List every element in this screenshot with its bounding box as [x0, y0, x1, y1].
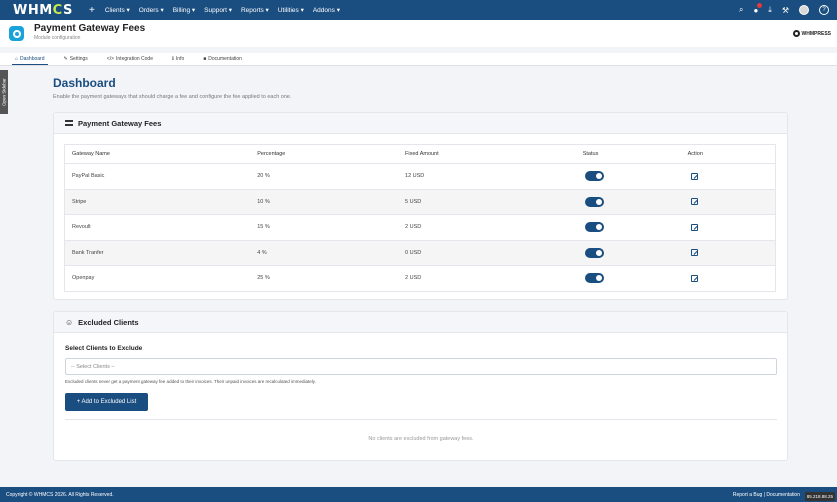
select-clients-label: Select Clients to Exclude: [65, 345, 143, 352]
download-icon[interactable]: ⤓: [768, 5, 772, 15]
menu-reports[interactable]: Reports ▾: [241, 6, 269, 14]
edit-icon[interactable]: [690, 249, 698, 257]
menu-clients[interactable]: Clients ▾: [105, 6, 130, 14]
status-toggle[interactable]: [584, 247, 604, 258]
edit-icon[interactable]: [690, 223, 698, 231]
status-toggle[interactable]: [584, 222, 604, 233]
folder-icon: ■: [203, 56, 207, 62]
module-tabs: ⌂ Dashboard ✎ Settings </> Integration Code…: [0, 53, 837, 66]
column-header: Percentage: [250, 144, 399, 164]
top-navbar: WHMCS + Clients ▾ Orders ▾ Billing ▾ Sup…: [0, 0, 837, 20]
module-header: Payment Gateway Fees Module configuratio…: [0, 20, 837, 47]
open-sidebar-button[interactable]: Open Sidebar: [0, 70, 8, 114]
excluded-clients-card: ☺ Excluded Clients Select Clients to Exc…: [53, 311, 788, 461]
notifications-icon[interactable]: ●: [753, 2, 763, 15]
column-header: Action: [680, 144, 776, 164]
card-title: Payment Gateway Fees: [78, 118, 162, 128]
status-toggle[interactable]: [584, 196, 604, 207]
brand-logo: WHMPRESS: [792, 30, 831, 37]
table-row: PayPal Basic 20 % 12 USD: [64, 163, 776, 190]
gateway-percentage: 15 %: [250, 214, 399, 241]
gateway-name: Bank Tranfer: [64, 240, 251, 266]
tab-dashboard[interactable]: ⌂ Dashboard: [12, 53, 48, 65]
tab-integration-code[interactable]: </> Integration Code: [104, 53, 156, 65]
payment-gateway-fees-card: Payment Gateway Fees Gateway Name Percen…: [53, 112, 788, 300]
gateway-name: Revoult: [64, 214, 251, 241]
gateway-fixed-amount: 5 USD: [398, 189, 576, 215]
empty-state-text: No clients are excluded from gateway fee…: [368, 436, 474, 442]
tab-info[interactable]: ℹ Info: [169, 53, 187, 65]
brand-gear-icon: [792, 30, 800, 37]
card-title: Excluded Clients: [78, 317, 139, 327]
edit-icon[interactable]: [690, 172, 698, 180]
users-icon: ☺: [65, 317, 74, 327]
tab-settings[interactable]: ✎ Settings: [61, 53, 91, 65]
menu-orders[interactable]: Orders ▾: [139, 6, 164, 14]
column-header: Status: [575, 144, 681, 164]
gateway-percentage: 25 %: [250, 265, 399, 292]
exclude-help-text: Excluded clients never get a payment gat…: [65, 379, 316, 384]
footer-links[interactable]: Report a Bug | Documentation: [733, 487, 800, 502]
table-header-row: Gateway Name Percentage Fixed Amount Sta…: [64, 144, 776, 164]
table-row: Revoult 15 % 2 USD: [64, 214, 776, 241]
gateway-fixed-amount: 2 USD: [398, 265, 576, 292]
notification-badge: [757, 2, 763, 8]
menu-support[interactable]: Support ▾: [204, 6, 232, 14]
credit-card-icon: [65, 120, 73, 126]
gateway-name: PayPal Basic: [64, 163, 251, 190]
main-menu: Clients ▾ Orders ▾ Billing ▾ Support ▾ R…: [105, 6, 340, 14]
add-to-excluded-button[interactable]: + Add to Excluded List: [65, 393, 148, 411]
gateway-name: Openpay: [64, 265, 251, 292]
module-subtitle: Module configuration: [34, 35, 81, 41]
column-header: Gateway Name: [64, 144, 251, 164]
wrench-icon[interactable]: ⚒: [782, 6, 789, 15]
ip-address-badge: 85.218.88.25: [804, 492, 835, 501]
search-icon[interactable]: ⌕: [739, 5, 743, 15]
card-header: ☺ Excluded Clients: [54, 312, 787, 333]
tab-documentation[interactable]: ■ Documentation: [200, 53, 245, 65]
column-header: Fixed Amount: [398, 144, 576, 164]
page-intro: Enable the payment gateways that should …: [53, 94, 292, 100]
menu-billing[interactable]: Billing ▾: [173, 6, 195, 14]
copyright-text: Copyright © WHMCS 2026. All Rights Reser…: [6, 491, 114, 498]
wrench-icon: ✎: [63, 56, 68, 62]
edit-icon[interactable]: [690, 198, 698, 206]
gateway-percentage: 20 %: [250, 163, 399, 190]
avatar[interactable]: [799, 5, 809, 15]
gateway-fees-table: Gateway Name Percentage Fixed Amount Sta…: [64, 144, 776, 292]
card-header: Payment Gateway Fees: [54, 113, 787, 134]
add-new-button[interactable]: +: [89, 5, 95, 16]
gateway-fixed-amount: 0 USD: [398, 240, 576, 266]
gateway-fixed-amount: 12 USD: [398, 163, 576, 190]
whmcs-logo[interactable]: WHMCS: [13, 3, 75, 18]
clients-select[interactable]: -- Select Clients --: [65, 358, 777, 375]
status-toggle[interactable]: [584, 171, 604, 182]
nav-icons: ⌕ ● ⤓ ⚒ ?: [739, 0, 829, 20]
info-icon: ℹ: [172, 56, 174, 62]
gateway-percentage: 4 %: [250, 240, 399, 266]
gateway-fixed-amount: 2 USD: [398, 214, 576, 241]
menu-utilities[interactable]: Utilities ▾: [278, 6, 304, 14]
table-row: Bank Tranfer 4 % 0 USD: [64, 240, 776, 266]
menu-addons[interactable]: Addons ▾: [313, 6, 340, 14]
footer: Copyright © WHMCS 2026. All Rights Reser…: [0, 487, 837, 502]
edit-icon[interactable]: [690, 274, 698, 282]
status-toggle[interactable]: [584, 273, 604, 284]
code-icon: </>: [106, 56, 115, 62]
gateway-name: Stripe: [64, 189, 251, 215]
home-icon: ⌂: [15, 55, 19, 62]
module-title: Payment Gateway Fees: [34, 23, 146, 34]
table-row: Stripe 10 % 5 USD: [64, 189, 776, 215]
divider: [65, 419, 777, 420]
gateway-percentage: 10 %: [250, 189, 399, 215]
help-icon[interactable]: ?: [819, 5, 829, 15]
module-icon: [9, 26, 24, 41]
table-row: Openpay 25 % 2 USD: [64, 265, 776, 292]
page-title: Dashboard: [53, 76, 116, 90]
